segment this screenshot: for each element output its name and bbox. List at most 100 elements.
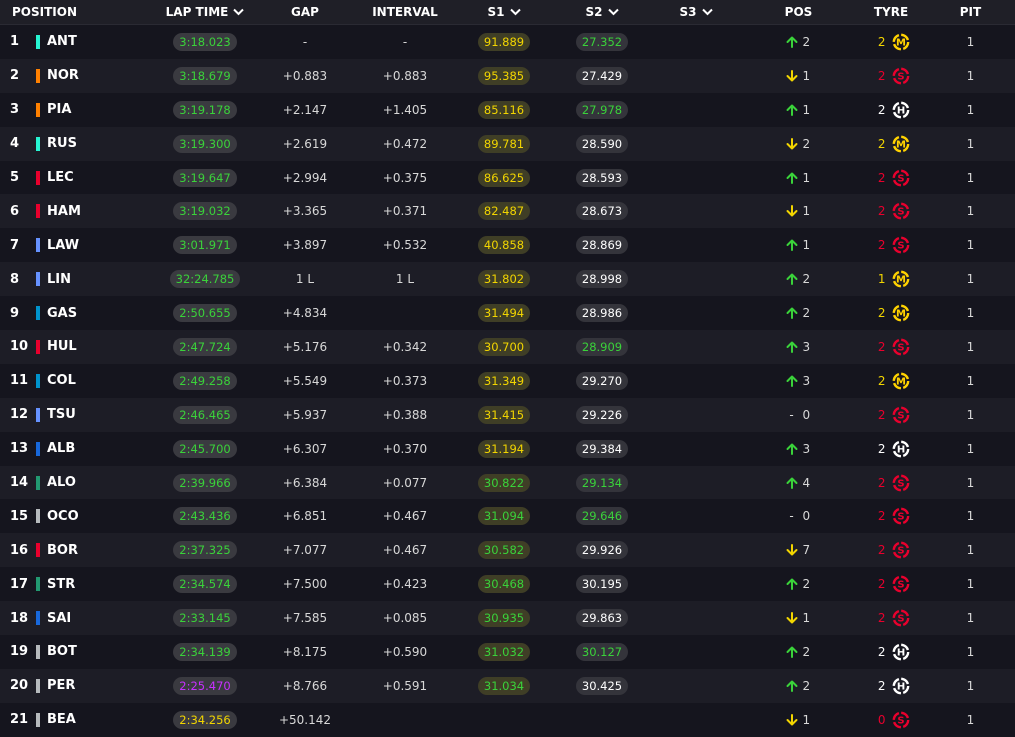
table-row[interactable]: 19 BOT 2:34.139 +8.175 +0.590 31.032 30.127 2 2 H… (0, 635, 1015, 669)
table-row[interactable]: 3 PIA 3:19.178 +2.147 +1.405 85.116 27.978 1 2 H 1 (0, 92, 1015, 127)
header-position[interactable]: POSITION (0, 5, 155, 19)
header-s3[interactable]: S3 (651, 5, 741, 19)
chevron-down-icon (233, 8, 245, 16)
lap-time-value: 2:25.470 (173, 676, 237, 695)
pit-count: 1 (966, 712, 975, 727)
pit-cell: 1 (926, 645, 1015, 659)
arrow-down-icon (786, 205, 797, 217)
position-change-value: 1 (802, 170, 811, 185)
position-change-value: 4 (802, 475, 811, 490)
gap-cell: +2.994 (255, 171, 355, 185)
lap-time-cell: 3:19.647 (155, 168, 255, 187)
position-change-value: 0 (802, 509, 811, 524)
pit-count: 1 (966, 339, 975, 354)
s2-value: 28.986 (575, 304, 629, 323)
svg-text:S: S (897, 546, 904, 557)
table-row[interactable]: 14 ALO 2:39.966 +6.384 +0.077 30.822 29.134 4 2 S… (0, 465, 1015, 500)
table-row[interactable]: 4 RUS 3:19.300 +2.619 +0.472 89.781 28.590 2 2 M 1 (0, 126, 1015, 161)
tyre-cell: 1M (856, 269, 926, 289)
s1-cell: 30.822 (455, 473, 553, 492)
header-pit[interactable]: PIT (926, 5, 1015, 19)
pit-cell: 1 (926, 713, 1015, 727)
arrow-up-icon (786, 273, 797, 286)
header-lap-time[interactable]: LAP TIME (155, 5, 255, 19)
table-row[interactable]: 16 BOR 2:37.325 +7.077 +0.467 30.582 29.926 7 2 S… (0, 533, 1015, 568)
driver-code: HAM (47, 203, 81, 219)
svg-text:S: S (897, 207, 904, 218)
soft-tyre-icon: S (892, 169, 909, 186)
s2-cell: 30.195 (553, 575, 651, 594)
table-row[interactable]: 18 SAI 2:33.145 +7.585 +0.085 30.935 29.863 1 2 S… (0, 601, 1015, 636)
interval-cell: +0.371 (355, 204, 455, 218)
lap-time-cell: 3:19.178 (155, 100, 255, 119)
table-row[interactable]: 20 PER 2:25.470 +8.766 +0.591 31.034 30.425 2 2 H… (0, 668, 1015, 703)
s1-cell: 30.700 (455, 337, 553, 356)
table-row[interactable]: 6 HAM 3:19.032 +3.365 +0.371 82.487 28.673 1 2 S 1 (0, 194, 1015, 229)
gap-value: +2.994 (282, 170, 328, 185)
table-row[interactable]: 10 HUL 2:47.724 +5.176 +0.342 30.700 28.909 3 2 S… (0, 330, 1015, 364)
svg-text:S: S (897, 410, 904, 421)
interval-value: +0.370 (382, 441, 428, 456)
table-row[interactable]: 9 GAS 2:50.655 +4.834 31.494 28.986 2 2 M 1 (0, 296, 1015, 331)
table-row[interactable]: 1 ANT 3:18.023- -91.889 27.352 2 2 M 1 (0, 25, 1015, 59)
table-row[interactable]: 2 NOR 3:18.679 +0.883 +0.883 95.385 27.429 1 2 S 1 (0, 58, 1015, 93)
s2-cell: 28.593 (553, 168, 651, 187)
pit-count: 1 (966, 238, 975, 253)
pit-cell: 1 (926, 306, 1015, 320)
table-row[interactable]: 12 TSU 2:46.465 +5.937 +0.388 31.415 29.226-0 2… (0, 397, 1015, 432)
table-row[interactable]: 17 STR 2:34.574 +7.500 +0.423 30.468 30.195 2 2 S… (0, 567, 1015, 602)
pit-count: 1 (966, 678, 975, 693)
s2-cell: 29.926 (553, 541, 651, 560)
s1-value: 89.781 (477, 134, 531, 153)
s2-cell: 27.429 (553, 66, 651, 85)
table-row[interactable]: 11 COL 2:49.258 +5.549 +0.373 31.349 29.270 3 2 M… (0, 363, 1015, 398)
table-row[interactable]: 5 LEC 3:19.647 +2.994 +0.375 86.625 28.593 1 2 S 1 (0, 160, 1015, 195)
lap-time-cell: 2:25.470 (155, 676, 255, 695)
driver-cell: 9 GAS (0, 306, 155, 321)
pit-count: 1 (966, 136, 975, 151)
lap-time-cell: 3:19.032 (155, 202, 255, 221)
header-s1[interactable]: S1 (455, 5, 553, 19)
s2-cell: 29.134 (553, 473, 651, 492)
header-interval[interactable]: INTERVAL (355, 5, 455, 19)
position-change-cell: 3 (741, 374, 856, 388)
position-change-cell: 2 (741, 645, 856, 659)
table-row[interactable]: 7 LAW 3:01.971 +3.897 +0.532 40.858 28.869 1 2 S 1 (0, 228, 1015, 263)
interval-cell: +0.467 (355, 543, 455, 557)
lap-time-value: 2:50.655 (173, 304, 237, 323)
driver-cell: 20 PER (0, 678, 155, 693)
table-row[interactable]: 13 ALB 2:45.700 +6.307 +0.370 31.194 29.384 3 2 H… (0, 431, 1015, 466)
gap-cell: +4.834 (255, 306, 355, 320)
driver-code: SAI (47, 610, 72, 626)
pit-count: 1 (966, 509, 975, 524)
tyre-cell: 2H (856, 676, 926, 696)
s2-cell: 29.646 (553, 507, 651, 526)
header-pos[interactable]: POS (741, 5, 856, 19)
table-row[interactable]: 8 LIN 32:24.785 1 L1 L 31.802 28.998 2 1 M 1 (0, 262, 1015, 297)
driver-code: BOT (47, 644, 77, 660)
pit-count: 1 (966, 170, 975, 185)
header-gap[interactable]: GAP (255, 5, 355, 19)
no-change-icon: - (789, 407, 794, 422)
medium-tyre-icon: M (892, 304, 909, 322)
lap-time-value: 2:39.966 (173, 473, 237, 492)
s2-value: 30.127 (575, 642, 629, 661)
interval-cell: +0.085 (355, 611, 455, 625)
gap-value: +6.851 (282, 509, 328, 524)
s1-cell: 31.415 (455, 405, 553, 424)
table-row[interactable]: 21 BEA 2:34.256 +50.142 1 0 S 1 (0, 702, 1015, 737)
interval-value: +0.375 (382, 170, 428, 185)
table-row[interactable]: 15 OCO 2:43.436 +6.851 +0.467 31.094 29.646-0 2… (0, 499, 1015, 534)
header-tyre[interactable]: TYRE (856, 5, 926, 19)
team-color-bar (36, 543, 40, 558)
position-number: 14 (10, 475, 29, 491)
gap-value: +7.077 (282, 543, 328, 558)
pit-cell: 1 (926, 204, 1015, 218)
arrow-up-icon (786, 443, 797, 455)
position-change-value: 1 (802, 712, 811, 727)
s2-cell: 28.909 (553, 337, 651, 356)
svg-text:M: M (896, 309, 906, 320)
header-s2[interactable]: S2 (553, 5, 651, 19)
s2-cell: 28.590 (553, 134, 651, 153)
gap-cell: +2.147 (255, 103, 355, 117)
